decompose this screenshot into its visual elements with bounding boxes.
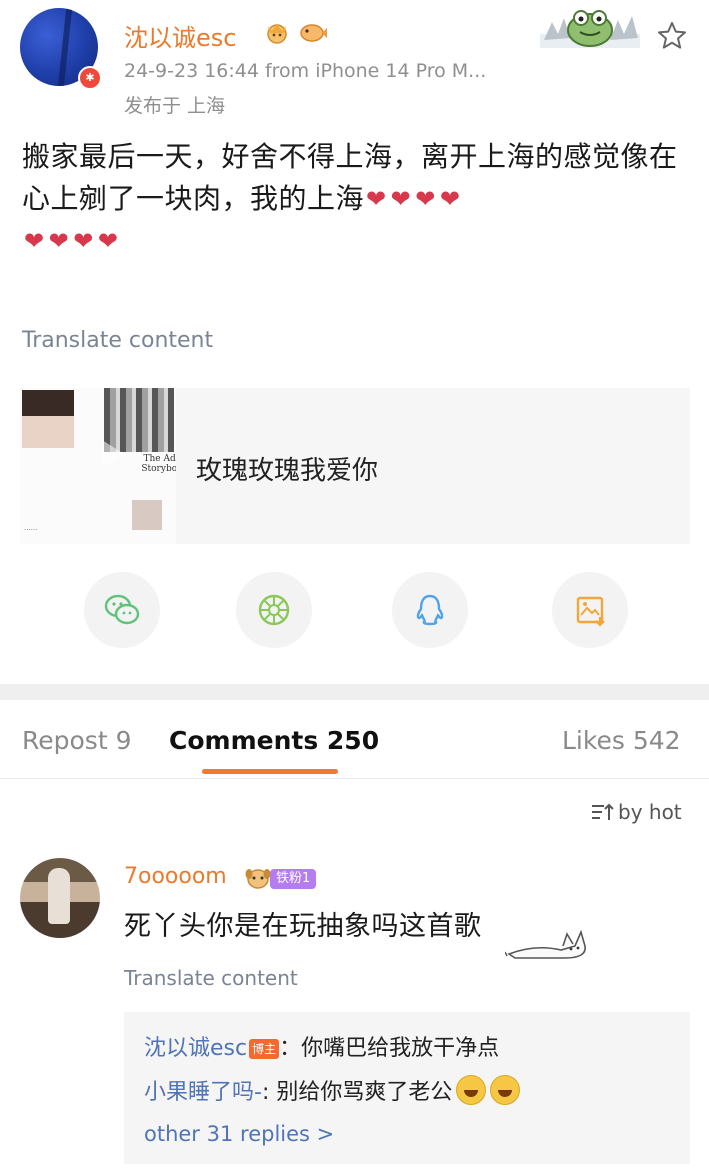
save-image-icon <box>576 596 605 627</box>
song-title: 玫瑰玫瑰我爱你 <box>196 456 379 486</box>
play-icon <box>102 440 124 468</box>
wechat-icon <box>104 594 140 625</box>
post-timestamp: 24-9-23 16:44 <box>124 60 259 82</box>
laugh-emoji-icon <box>490 1075 521 1105</box>
album-cover: The Adult Storybook ······ <box>20 388 176 544</box>
reply-text: ：你嘴巴给我放干净点 <box>279 1036 500 1061</box>
translate-content-link[interactable]: Translate content <box>22 328 213 353</box>
section-divider <box>0 684 709 700</box>
favorite-star-icon[interactable] <box>656 20 688 52</box>
sort-icon <box>592 803 614 820</box>
sort-label: by hot <box>618 800 682 824</box>
broken-heart-icon: ❤︎ <box>24 227 45 255</box>
qq-icon <box>416 594 444 626</box>
commenter-username[interactable]: 7ooooom <box>124 864 227 889</box>
tab-comments[interactable]: Comments 250 <box>169 726 379 755</box>
music-card[interactable]: The Adult Storybook ······ 玫瑰玫瑰我爱你 <box>20 388 690 544</box>
broken-heart-icon: ❤︎ <box>97 227 119 255</box>
share-qq-button[interactable] <box>392 572 468 648</box>
broken-heart-icon: ❤︎ <box>439 185 461 213</box>
author-username[interactable]: 沈以诚esc <box>124 18 236 53</box>
post-meta: 24-9-23 16:44 from iPhone 14 Pro M... <box>124 60 486 82</box>
comment-translate-link[interactable]: Translate content <box>124 966 298 990</box>
comment-text: 死丫头你是在玩抽象吗这首歌 <box>124 911 482 942</box>
laugh-emoji-icon <box>456 1075 487 1105</box>
broken-heart-icon: ❤︎ <box>366 185 387 213</box>
post-body: 搬家最后一天，好舍不得上海，离开上海的感觉像在心上剜了一块肉，我的上海 <box>22 140 678 215</box>
album-title: The Adult Storybook <box>141 454 176 474</box>
fan-level-badge: 铁粉1 <box>270 869 317 889</box>
replies-box: 沈以诚esc 博主 ：你嘴巴给我放干净点 小果睡了吗-: 别给你骂爽了老公 othe… <box>124 1012 690 1164</box>
fish-badge-icon <box>300 24 327 42</box>
broken-heart-icon: ❤︎ <box>73 227 94 255</box>
active-tab-indicator <box>202 769 338 774</box>
broken-heart-icon: ❤︎ <box>415 185 436 213</box>
reply-author[interactable]: 沈以诚esc <box>144 1036 247 1061</box>
reply-item[interactable]: 小果睡了吗-: 别给你骂爽了老公 <box>144 1074 521 1106</box>
tab-divider <box>0 778 709 779</box>
sort-by-hot-button[interactable]: by hot <box>590 800 682 824</box>
save-image-button[interactable] <box>552 572 628 648</box>
moments-icon <box>258 594 290 626</box>
more-replies-link[interactable]: other 31 replies > <box>144 1122 334 1146</box>
post-source: from iPhone 14 Pro M... <box>264 60 487 82</box>
broken-heart-icon: ❤︎ <box>390 185 412 213</box>
share-wechat-button[interactable] <box>84 572 160 648</box>
cat-sticker-icon <box>505 929 586 959</box>
tab-likes[interactable]: Likes 542 <box>562 726 681 755</box>
reply-author[interactable]: 小果睡了吗- <box>144 1080 262 1105</box>
crown-badge-icon <box>267 24 287 44</box>
share-moments-button[interactable] <box>236 572 312 648</box>
reply-text: : 别给你骂爽了老公 <box>261 1080 453 1105</box>
dog-badge-icon <box>245 869 271 889</box>
post-text: 搬家最后一天，好舍不得上海，离开上海的感觉像在心上剜了一块肉，我的上海❤︎ ❤︎ ❤… <box>22 136 682 262</box>
verified-badge-icon: ✱ <box>78 66 102 90</box>
author-tag: 博主 <box>249 1039 280 1059</box>
commenter-avatar[interactable] <box>20 858 100 938</box>
post-location: 发布于 上海 <box>124 95 226 117</box>
frog-sticker-icon <box>540 10 640 48</box>
tab-repost[interactable]: Repost 9 <box>22 726 131 755</box>
broken-heart-icon: ❤︎ <box>48 227 70 255</box>
reply-item[interactable]: 沈以诚esc 博主 ：你嘴巴给我放干净点 <box>144 1030 499 1062</box>
